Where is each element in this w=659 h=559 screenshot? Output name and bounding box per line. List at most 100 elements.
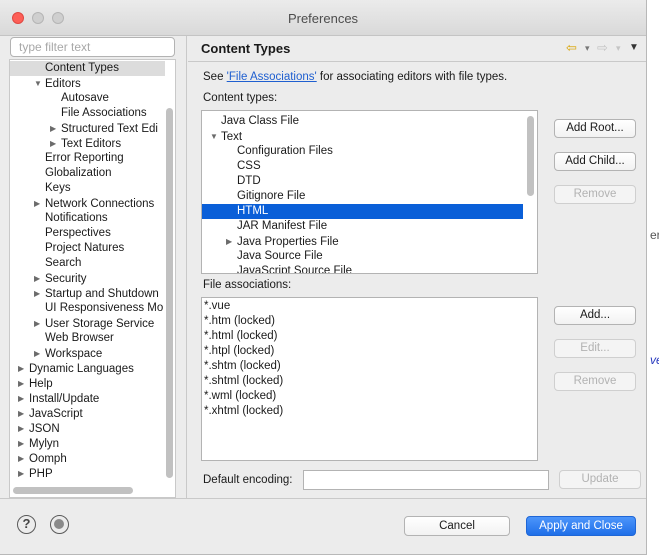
tree-item-row[interactable]: Content Types (10, 61, 165, 76)
tree-item-row[interactable]: ▶ Security (10, 271, 165, 286)
file-association-row[interactable]: *.htpl (locked) (204, 344, 274, 359)
remove-association-button[interactable]: Remove (554, 372, 636, 391)
file-association-row[interactable]: *.shtml (locked) (204, 374, 283, 389)
content-type-row[interactable]: Gitignore File (202, 189, 523, 204)
collapsed-triangle-icon[interactable]: ▶ (18, 451, 27, 466)
content-type-row[interactable]: Configuration Files (202, 144, 523, 159)
tree-item-row[interactable]: ▶ User Storage Service (10, 316, 165, 331)
import-export-icon[interactable] (50, 515, 69, 534)
tree-item-row[interactable]: Globalization (10, 166, 165, 181)
back-dropdown-icon[interactable]: ▾ (585, 43, 590, 54)
expanded-triangle-icon[interactable]: ▼ (210, 129, 219, 144)
description-suffix: for associating editors with file types. (316, 71, 508, 83)
collapsed-triangle-icon[interactable]: ▶ (34, 196, 43, 211)
tree-vertical-scrollbar[interactable] (166, 108, 173, 478)
content-type-row[interactable]: CSS (202, 159, 523, 174)
file-associations-link[interactable]: 'File Associations' (227, 71, 317, 83)
view-menu-icon[interactable]: ▼ (629, 42, 639, 53)
tree-item-row[interactable]: ▶ Structured Text Edi (10, 121, 165, 136)
tree-item-row[interactable]: File Associations (10, 106, 165, 121)
tree-item-row[interactable]: ▶ JSON (10, 421, 165, 436)
tree-item-row[interactable]: ▶ JavaScript (10, 406, 165, 421)
add-association-button[interactable]: Add... (554, 306, 636, 325)
tree-item-row[interactable]: ▶ Startup and Shutdown (10, 286, 165, 301)
add-child-button[interactable]: Add Child... (554, 152, 636, 171)
collapsed-triangle-icon[interactable]: ▶ (18, 466, 27, 481)
tree-item-row[interactable]: ▶ Mylyn (10, 436, 165, 451)
tree-item-label: File Associations (61, 107, 147, 119)
tree-horizontal-scrollbar[interactable] (13, 487, 133, 494)
file-associations-list: *.vue *.htm (locked) *.html (locked) *.htpl… (201, 297, 538, 461)
collapsed-triangle-icon[interactable]: ▶ (34, 271, 43, 286)
tree-item-row[interactable]: Web Browser (10, 331, 165, 346)
pane-divider[interactable] (186, 36, 187, 498)
remove-content-type-button[interactable]: Remove (554, 185, 636, 204)
content-type-row[interactable]: Java Class File (202, 114, 523, 129)
file-association-row[interactable]: *.htm (locked) (204, 314, 275, 329)
cancel-button[interactable]: Cancel (404, 516, 510, 536)
file-association-row[interactable]: *.html (locked) (204, 329, 278, 344)
tree-item-row[interactable]: ▶ Dynamic Languages (10, 361, 165, 376)
collapsed-triangle-icon[interactable]: ▶ (50, 121, 59, 136)
content-type-row[interactable]: JAR Manifest File (202, 219, 523, 234)
edit-association-button[interactable]: Edit... (554, 339, 636, 358)
tree-item-row[interactable]: Project Natures (10, 241, 165, 256)
tree-item-row[interactable]: ▶ Text Editors (10, 136, 165, 151)
expanded-triangle-icon[interactable]: ▼ (34, 76, 43, 91)
tree-item-row[interactable]: ▶ Oomph (10, 451, 165, 466)
forward-dropdown-icon[interactable]: ▾ (616, 43, 621, 54)
tree-item-row[interactable]: ▶ Help (10, 376, 165, 391)
content-type-row[interactable]: ▼ Text (202, 129, 523, 144)
collapsed-triangle-icon[interactable]: ▶ (18, 421, 27, 436)
filter-input[interactable] (10, 37, 175, 57)
content-type-row[interactable]: DTD (202, 174, 523, 189)
file-association-row[interactable]: *.wml (locked) (204, 389, 276, 404)
help-icon[interactable]: ? (17, 515, 36, 534)
tree-item-row[interactable]: ▶ Network Connections (10, 196, 165, 211)
tree-item-row[interactable]: Keys (10, 181, 165, 196)
collapsed-triangle-icon[interactable]: ▶ (34, 286, 43, 301)
preferences-window: Preferences Content Types▼EditorsAutosav… (0, 0, 647, 555)
file-association-row[interactable]: *.xhtml (locked) (204, 404, 283, 419)
update-encoding-button[interactable]: Update (559, 470, 641, 489)
content-type-label: Configuration Files (237, 145, 333, 157)
collapsed-triangle-icon[interactable]: ▶ (226, 234, 235, 249)
tree-item-row[interactable]: UI Responsiveness Mo (10, 301, 165, 316)
tree-item-label: Structured Text Edi (61, 123, 158, 135)
file-association-row[interactable]: *.vue (204, 299, 230, 314)
content-type-label: Text (221, 131, 243, 143)
add-root-button[interactable]: Add Root... (554, 119, 636, 138)
tree-item-row[interactable]: ▶ PHP (10, 466, 165, 481)
content-type-row[interactable]: JavaScript Source File (202, 264, 523, 273)
collapsed-triangle-icon[interactable]: ▶ (34, 346, 43, 361)
tree-item-row[interactable]: ▼ Editors (10, 76, 165, 91)
collapsed-triangle-icon[interactable]: ▶ (18, 406, 27, 421)
file-association-row[interactable]: *.shtm (locked) (204, 359, 281, 374)
apply-and-close-button[interactable]: Apply and Close (526, 516, 636, 536)
tree-item-row[interactable]: Notifications (10, 211, 165, 226)
collapsed-triangle-icon[interactable]: ▶ (18, 436, 27, 451)
default-encoding-input[interactable] (303, 470, 549, 490)
back-icon[interactable]: ⇦ (566, 40, 577, 56)
content-type-row[interactable]: ▶ Java Properties File (202, 234, 523, 249)
collapsed-triangle-icon[interactable]: ▶ (18, 376, 27, 391)
tree-item-row[interactable]: ▶ Workspace (10, 346, 165, 361)
content-type-label: DTD (237, 175, 261, 187)
content-type-row[interactable]: HTML (202, 204, 523, 219)
tree-item-row[interactable]: Autosave (10, 91, 165, 106)
collapsed-triangle-icon[interactable]: ▶ (18, 391, 27, 406)
tree-item-label: Dynamic Languages (29, 363, 134, 375)
content-types-scrollbar[interactable] (527, 116, 534, 196)
collapsed-triangle-icon[interactable]: ▶ (18, 361, 27, 376)
tree-item-label: Globalization (45, 167, 112, 179)
content-types-label: Content types: (203, 92, 278, 104)
tree-item-row[interactable]: Error Reporting (10, 151, 165, 166)
collapsed-triangle-icon[interactable]: ▶ (34, 316, 43, 331)
collapsed-triangle-icon[interactable]: ▶ (50, 136, 59, 151)
tree-item-row[interactable]: ▶ Install/Update (10, 391, 165, 406)
tree-item-row[interactable]: Search (10, 256, 165, 271)
tree-item-row[interactable]: Perspectives (10, 226, 165, 241)
tree-item-label: Keys (45, 182, 71, 194)
forward-icon[interactable]: ⇨ (597, 40, 608, 56)
content-type-row[interactable]: Java Source File (202, 249, 523, 264)
